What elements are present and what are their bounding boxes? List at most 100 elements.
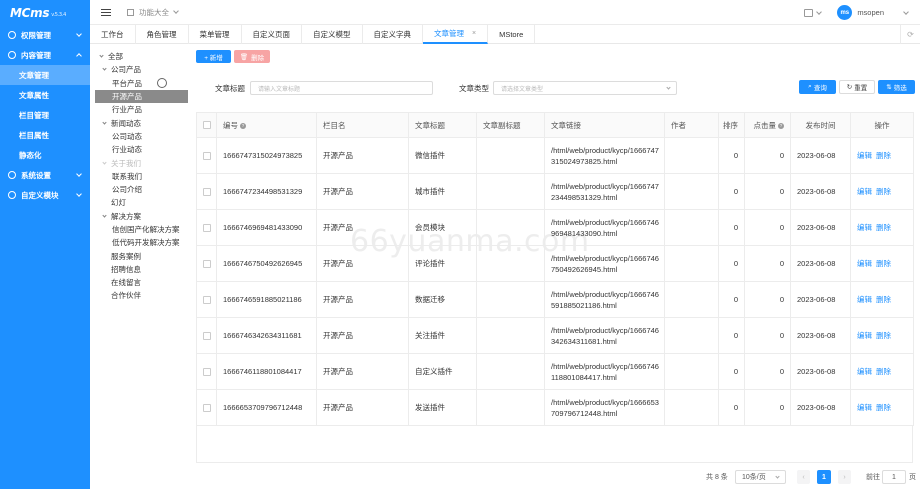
row-checkbox[interactable] xyxy=(203,331,211,340)
tree-node[interactable]: 开源产品 xyxy=(95,89,188,104)
caret-down-icon[interactable] xyxy=(102,213,107,218)
delete-link[interactable]: 删除 xyxy=(876,367,891,376)
tree-node[interactable]: 平台产品 xyxy=(95,77,188,90)
sidebar-item-1[interactable]: 内容管理 xyxy=(0,45,90,65)
cell-id: 1666746118801084417 xyxy=(216,353,317,390)
tab-6[interactable]: 文章管理 × xyxy=(423,25,489,44)
tab-3[interactable]: 自定义页面 xyxy=(242,25,302,44)
next-page-button[interactable]: › xyxy=(838,470,851,484)
function-menu[interactable]: 功能大全 xyxy=(127,7,179,18)
tab-2[interactable]: 菜单管理 xyxy=(189,25,242,44)
goto-page-input[interactable]: 1 xyxy=(882,470,906,484)
sidebar-item-5[interactable]: 栏目属性 xyxy=(0,125,90,145)
chevron-down-icon[interactable] xyxy=(903,8,909,15)
add-button[interactable]: + 新增 xyxy=(196,50,231,63)
type-filter-select[interactable]: 请选择文章类型 xyxy=(493,81,677,95)
sidebar-item-6[interactable]: 静态化 xyxy=(0,145,90,165)
sidebar-item-2[interactable]: 文章管理 xyxy=(0,65,90,85)
tree-node[interactable]: 行业产品 xyxy=(95,103,188,116)
caret-down-icon[interactable] xyxy=(102,66,107,72)
edit-link[interactable]: 编辑 xyxy=(857,151,872,160)
tree-node[interactable]: 合作伙伴 xyxy=(95,289,188,302)
tab-4[interactable]: 自定义模型 xyxy=(302,25,363,44)
delete-link[interactable]: 删除 xyxy=(876,259,891,268)
tree-node[interactable]: 服务案例 xyxy=(95,249,188,262)
tree-node[interactable]: 公司产品 xyxy=(95,63,188,76)
search-button[interactable]: ⌕ 查询 xyxy=(799,80,836,94)
tree-node[interactable]: 关于我们 xyxy=(95,156,188,169)
row-checkbox[interactable] xyxy=(203,367,211,376)
tree-node[interactable]: 新闻动态 xyxy=(95,116,188,129)
help-icon[interactable]: ? xyxy=(240,122,246,129)
tab-7[interactable]: MStore xyxy=(488,25,536,44)
sidebar-item-8[interactable]: 自定义模块 xyxy=(0,185,90,205)
tree-node[interactable]: 信创国产化解决方案 xyxy=(95,223,188,236)
edit-link[interactable]: 编辑 xyxy=(857,295,872,304)
sidebar-item-4[interactable]: 栏目管理 xyxy=(0,105,90,125)
close-icon[interactable]: × xyxy=(472,30,476,37)
sidebar-item-7[interactable]: 系统设置 xyxy=(0,165,90,185)
tab-1[interactable]: 角色管理 xyxy=(136,25,189,44)
select-all-checkbox[interactable] xyxy=(203,121,211,129)
current-page[interactable]: 1 xyxy=(817,470,831,484)
tree-node[interactable]: 低代码开发解决方案 xyxy=(95,236,188,249)
filter-button[interactable]: ⇅ 筛选 xyxy=(878,80,915,94)
title-filter-placeholder: 请输入文章标题 xyxy=(258,86,301,93)
delete-link[interactable]: 删除 xyxy=(876,331,891,340)
tree-node[interactable]: 解决方案 xyxy=(95,210,188,223)
page-size-select[interactable]: 10条/页 xyxy=(735,470,786,484)
tree-node[interactable]: 公司动态 xyxy=(95,130,188,143)
row-checkbox[interactable] xyxy=(203,151,211,160)
edit-link[interactable]: 编辑 xyxy=(857,331,872,340)
edit-link[interactable]: 编辑 xyxy=(857,223,872,232)
row-checkbox[interactable] xyxy=(203,259,211,268)
refresh-icon[interactable]: ⟳ xyxy=(900,25,920,44)
type-filter-label: 文章类型 xyxy=(459,84,489,93)
row-checkbox[interactable] xyxy=(203,223,211,232)
tab-label: 角色管理 xyxy=(146,30,177,39)
delete-link[interactable]: 删除 xyxy=(876,403,891,412)
delete-link[interactable]: 删除 xyxy=(876,295,891,304)
sidebar-item-0[interactable]: 权限管理 xyxy=(0,25,90,45)
help-icon[interactable]: ? xyxy=(778,122,784,129)
reset-button[interactable]: ↻ 重置 xyxy=(839,80,875,94)
tree-node[interactable]: 全部 xyxy=(95,50,188,63)
delete-link[interactable]: 删除 xyxy=(876,151,891,160)
tree-node[interactable]: 行业动态 xyxy=(95,143,188,156)
edit-link[interactable]: 编辑 xyxy=(857,403,872,412)
app-logo[interactable]: MCms v.5.3.4 xyxy=(0,0,90,25)
caret-down-icon[interactable] xyxy=(99,53,104,58)
tree-node[interactable]: 招聘信息 xyxy=(95,263,188,276)
header-link: 文章链接 xyxy=(544,112,665,138)
caret-down-icon[interactable] xyxy=(102,120,107,125)
prev-page-button[interactable]: ‹ xyxy=(797,470,810,484)
sidebar-item-3[interactable]: 文章属性 xyxy=(0,85,90,105)
tree-node[interactable]: 公司介绍 xyxy=(95,183,188,196)
delete-link[interactable]: 删除 xyxy=(876,187,891,196)
hamburger-icon[interactable] xyxy=(101,7,111,18)
cell-category: 开源产品 xyxy=(316,353,409,390)
edit-link[interactable]: 编辑 xyxy=(857,259,872,268)
tab-5[interactable]: 自定义字典 xyxy=(363,25,423,44)
row-checkbox[interactable] xyxy=(203,403,211,412)
tab-0[interactable]: 工作台 xyxy=(90,25,136,44)
edit-link[interactable]: 编辑 xyxy=(857,187,872,196)
avatar[interactable]: ms xyxy=(837,5,853,20)
row-checkbox[interactable] xyxy=(203,187,211,196)
delete-link[interactable]: 删除 xyxy=(876,223,891,232)
reset-button-label: 重置 xyxy=(854,85,868,92)
row-checkbox[interactable] xyxy=(203,295,211,304)
username[interactable]: msopen xyxy=(857,8,884,17)
delete-button[interactable]: 🗑 删除 xyxy=(234,50,270,63)
caret-down-icon[interactable] xyxy=(102,159,107,165)
theme-icon[interactable] xyxy=(804,8,814,17)
tree-node[interactable]: 联系我们 xyxy=(95,170,188,183)
sidebar-item-label: 静态化 xyxy=(19,150,42,160)
title-filter-input[interactable]: 请输入文章标题 xyxy=(250,81,433,95)
tree-node[interactable]: 幻灯 xyxy=(95,196,188,209)
edit-link[interactable]: 编辑 xyxy=(857,367,872,376)
cell-category: 开源产品 xyxy=(316,137,409,174)
tree-node-label: 联系我们 xyxy=(112,171,142,181)
tree-node[interactable]: 在线留言 xyxy=(95,276,188,289)
sidebar-item-label: 权限管理 xyxy=(21,30,51,40)
